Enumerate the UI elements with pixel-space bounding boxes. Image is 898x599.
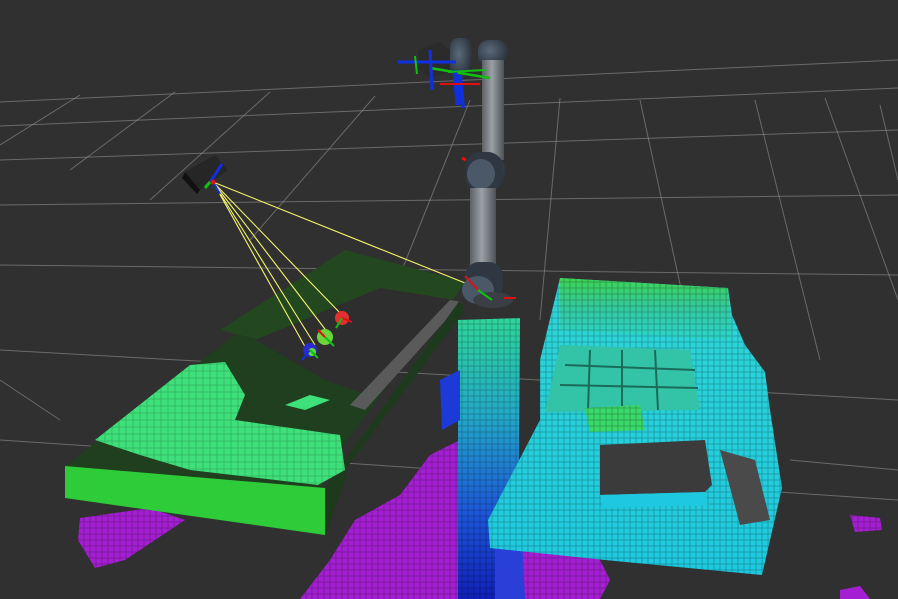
rviz-3d-viewport[interactable] <box>0 0 898 599</box>
grid-line <box>879 104 898 181</box>
scene-render[interactable] <box>0 0 898 599</box>
grid-line <box>0 194 898 206</box>
camera-model <box>182 155 228 195</box>
grid-line <box>824 97 898 301</box>
grid-line <box>69 91 176 171</box>
grid-line <box>0 379 61 421</box>
grid-line <box>0 264 898 276</box>
grid-line <box>0 94 81 146</box>
grid-line <box>539 97 561 321</box>
grid-line <box>0 87 898 127</box>
grid-line <box>754 99 821 361</box>
octomap-shelf <box>488 278 782 575</box>
robot-arm <box>398 38 516 308</box>
grid-line <box>249 95 376 241</box>
grid-line <box>789 459 898 471</box>
